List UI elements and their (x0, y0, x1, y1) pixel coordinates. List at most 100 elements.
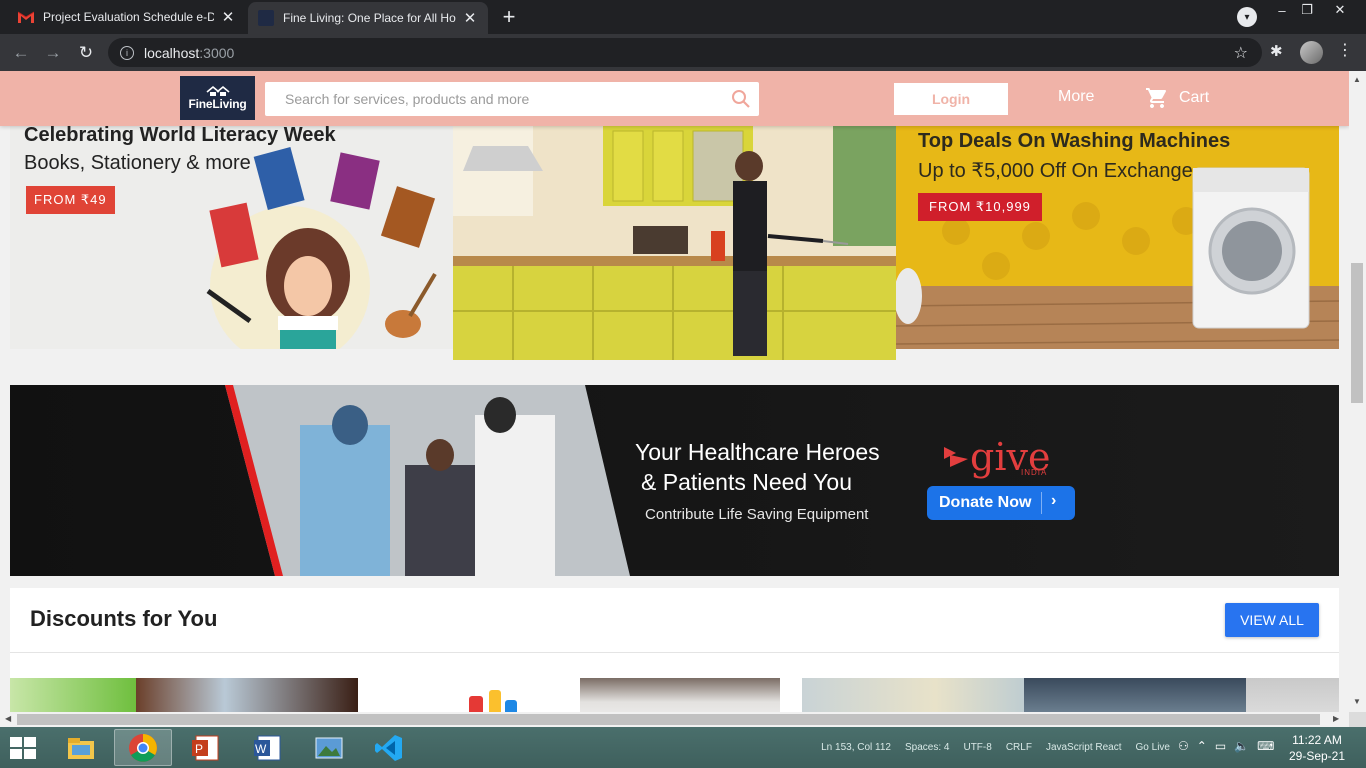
scroll-up-icon[interactable]: ▲ (1353, 75, 1361, 84)
banner-subtitle: Books, Stationery & more (24, 152, 251, 174)
banner-heading-line1: Your Healthcare Heroes (635, 439, 880, 465)
washing-machine-banner[interactable]: Top Deals On Washing Machines Up to ₹5,0… (896, 126, 1339, 349)
banner-heading-line2: & Patients Need You (641, 469, 852, 495)
view-all-button[interactable]: VIEW ALL (1225, 603, 1319, 637)
scroll-down-icon[interactable]: ▼ (1353, 697, 1361, 706)
url-host: localhost (144, 44, 200, 61)
banner-subtitle: Up to ₹5,000 Off On Exchange (918, 160, 1193, 182)
literacy-week-banner[interactable]: Celebrating World Literacy Week Books, S… (10, 126, 453, 349)
avatar[interactable] (1300, 41, 1323, 64)
info-icon[interactable]: i (120, 45, 134, 60)
product-thumbnail[interactable] (136, 678, 358, 712)
window-close-icon[interactable]: ✕ (1325, 0, 1355, 20)
gmail-icon (18, 9, 34, 25)
banner-title: Celebrating World Literacy Week (24, 126, 336, 146)
status-go-live[interactable]: Go Live (1136, 742, 1170, 753)
status-eol[interactable]: CRLF (1006, 742, 1032, 753)
windows-start-icon[interactable] (8, 735, 38, 761)
photos-icon[interactable] (300, 729, 358, 766)
pest-control-banner[interactable] (453, 126, 896, 360)
volume-icon[interactable]: 🔈 (1234, 739, 1249, 753)
url-port: :3000 (199, 44, 235, 61)
login-button[interactable]: Login (894, 83, 1008, 115)
restore-icon[interactable]: ❐ (1292, 0, 1322, 20)
system-clock[interactable]: 11:22 AM 29-Sep-21 (1286, 732, 1348, 764)
chrome-icon[interactable] (114, 729, 172, 766)
divider (1041, 492, 1042, 514)
powerpoint-icon[interactable]: P (176, 729, 234, 766)
browser-tabstrip: Project Evaluation Schedule e-DA ✕ Fine … (0, 0, 1366, 34)
bookmark-star-icon[interactable]: ☆ (1234, 43, 1248, 63)
search-bar (265, 82, 759, 116)
search-input[interactable] (285, 91, 725, 107)
reload-icon[interactable]: ↻ (73, 40, 99, 66)
clock-time: 11:22 AM (1292, 733, 1342, 747)
section-title: Discounts for You (30, 606, 218, 631)
horizontal-scrollbar[interactable]: ◀ ▶ (0, 712, 1349, 727)
scrollbar-thumb[interactable] (1351, 263, 1363, 403)
vertical-scrollbar[interactable]: ▲ ▼ (1349, 71, 1366, 712)
product-thumbnail[interactable] (802, 678, 1024, 712)
tab-search-icon[interactable]: ▾ (1237, 7, 1257, 27)
tab-fine-living[interactable]: Fine Living: One Place for All Hou ✕ (248, 2, 488, 34)
browser-toolbar: ← → ↻ i localhost:3000 ☆ ✱ ⋮ (0, 34, 1366, 71)
house-icon (205, 85, 230, 96)
banner-subheading: Contribute Life Saving Equipment (645, 506, 869, 523)
scroll-corner (1349, 712, 1366, 727)
product-thumbnail[interactable] (1024, 678, 1246, 712)
cart-button[interactable]: Cart (1145, 86, 1209, 110)
give-brand-sub: INDIA (1021, 468, 1048, 477)
close-icon[interactable]: ✕ (220, 9, 236, 26)
back-icon[interactable]: ← (8, 40, 34, 66)
tab-gmail[interactable]: Project Evaluation Schedule e-DA ✕ (8, 0, 246, 34)
cart-icon (1146, 88, 1167, 108)
logo[interactable]: FineLiving (180, 76, 255, 120)
scroll-right-icon[interactable]: ▶ (1333, 714, 1339, 723)
donate-now-button[interactable]: Donate Now › (927, 486, 1075, 520)
tab-title: Fine Living: One Place for All Hou (283, 11, 456, 25)
forward-icon[interactable]: → (40, 40, 66, 66)
clock-date: 29-Sep-21 (1288, 749, 1346, 763)
price-tag: FROM ₹10,999 (918, 193, 1042, 221)
search-icon[interactable] (731, 89, 751, 109)
price-tag: FROM ₹49 (26, 186, 115, 214)
menu-icon[interactable]: ⋮ (1337, 40, 1353, 60)
vscode-icon[interactable] (360, 729, 418, 766)
language-icon[interactable]: ⌨ (1257, 739, 1274, 753)
fine-living-favicon (258, 10, 274, 26)
give-india-banner[interactable]: Your Healthcare Heroes & Patients Need Y… (10, 385, 1339, 576)
word-icon[interactable]: W (238, 729, 296, 766)
give-logo-icon (944, 447, 968, 467)
new-tab-button[interactable]: + (497, 4, 521, 29)
more-menu[interactable]: More (1058, 88, 1094, 106)
chevron-right-icon: › (1051, 492, 1057, 509)
extensions-icon[interactable]: ✱ (1270, 42, 1283, 60)
status-spaces[interactable]: Spaces: 4 (905, 742, 949, 753)
logo-text: FineLiving (188, 97, 247, 111)
cart-label: Cart (1179, 89, 1210, 106)
product-thumbnail[interactable] (359, 678, 580, 712)
discounts-section: Discounts for You VIEW ALL (10, 588, 1339, 712)
svg-text:P: P (195, 742, 203, 756)
page-viewport: FineLiving Login More Cart (0, 71, 1349, 712)
site-header: FineLiving Login More Cart (0, 71, 1349, 126)
system-tray: ⚇ ⌃ ▭ 🔈 ⌨ (1178, 739, 1274, 753)
tab-title: Project Evaluation Schedule e-DA (43, 10, 214, 24)
scrollbar-thumb[interactable] (17, 714, 1320, 725)
status-encoding[interactable]: UTF-8 (963, 742, 991, 753)
scroll-left-icon[interactable]: ◀ (5, 714, 11, 723)
product-thumbnail[interactable] (1246, 678, 1339, 712)
file-explorer-icon[interactable] (52, 729, 110, 766)
taskbar: P W Ln 153, Col 112 Spaces: 4 UTF-8 CRLF… (0, 727, 1366, 768)
network-icon[interactable]: ▭ (1215, 739, 1226, 753)
people-icon[interactable]: ⚇ (1178, 739, 1189, 753)
donate-label: Donate Now (939, 494, 1032, 511)
product-thumbnail[interactable] (580, 678, 780, 712)
banner-title: Top Deals On Washing Machines (918, 130, 1231, 152)
product-thumbnail[interactable] (10, 678, 136, 712)
status-cursor-position[interactable]: Ln 153, Col 112 (821, 742, 891, 753)
close-icon[interactable]: ✕ (462, 10, 478, 27)
address-bar[interactable]: i localhost:3000 ☆ (108, 38, 1262, 67)
tray-chevron-icon[interactable]: ⌃ (1197, 739, 1207, 753)
status-language[interactable]: JavaScript React (1046, 742, 1122, 753)
